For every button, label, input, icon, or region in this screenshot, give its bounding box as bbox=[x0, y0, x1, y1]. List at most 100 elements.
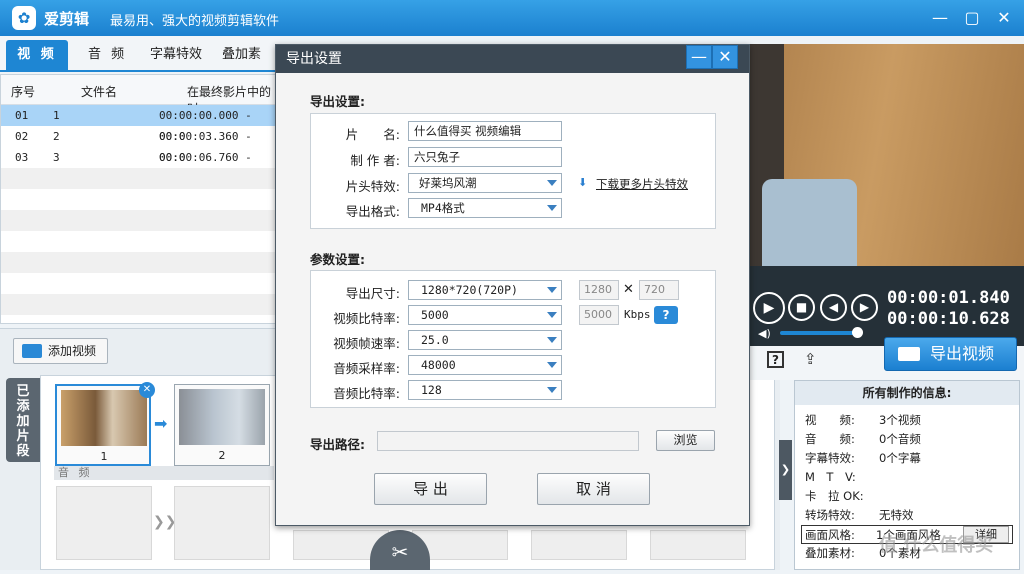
title-bar: ✿ 爱剪辑 最易用、强大的视频剪辑软件 — ▢ ✕ bbox=[0, 0, 1024, 36]
row-filename: 3 bbox=[53, 151, 60, 164]
help-icon[interactable]: ? bbox=[767, 351, 784, 368]
param-label: 音频采样率: bbox=[333, 361, 400, 376]
table-row[interactable]: 01 1 00:00:00.000 - 00:0 bbox=[1, 105, 275, 143]
maximize-window-button[interactable]: ▢ bbox=[960, 6, 984, 30]
remove-clip-icon[interactable]: ✕ bbox=[139, 382, 155, 398]
added-clips-side-tab[interactable]: 已添加片段 bbox=[6, 378, 40, 462]
info-value: 0个字幕 bbox=[879, 451, 921, 465]
film-name-field[interactable]: 什么值得买 视频编辑 bbox=[408, 121, 562, 141]
dropdown-arrow-icon bbox=[547, 387, 557, 393]
volume-knob[interactable] bbox=[852, 327, 863, 338]
audio-sample-rate-select[interactable]: 48000 bbox=[408, 355, 562, 375]
kbps-unit: Kbps bbox=[624, 308, 651, 321]
play-button[interactable]: ▶ bbox=[753, 292, 785, 324]
empty-row bbox=[1, 210, 275, 231]
param-label: 视频比特率: bbox=[333, 311, 400, 326]
info-value: 3个视频 bbox=[879, 413, 921, 427]
parameter-settings-section-label: 参数设置: bbox=[310, 252, 365, 267]
info-panel-title: 所有制作的信息: bbox=[795, 381, 1019, 405]
export-format-value: MP4格式 bbox=[421, 201, 465, 215]
tab-overlay-material[interactable]: 叠加素材 bbox=[212, 40, 280, 92]
dialog-minimize-button[interactable]: — bbox=[686, 45, 712, 69]
export-icon bbox=[898, 347, 920, 361]
tab-video[interactable]: 视 频 bbox=[6, 40, 68, 70]
empty-row bbox=[1, 294, 275, 315]
author-label: 制 作 者: bbox=[350, 153, 400, 168]
table-row[interactable]: 03300:00:06.760 - 00:0 bbox=[1, 147, 275, 185]
download-more-intro-link[interactable]: 下载更多片头特效 bbox=[596, 176, 688, 192]
cancel-button[interactable]: 取 消 bbox=[537, 473, 650, 505]
empty-row bbox=[1, 273, 275, 294]
bitrate-help-icon[interactable]: ? bbox=[654, 306, 678, 324]
export-settings-dialog: 导出设置 — ✕ 导出设置: 片 名: 什么值得买 视频编辑 制 作 者: 六只… bbox=[275, 44, 750, 526]
empty-row bbox=[1, 252, 275, 273]
clip-number: 1 bbox=[100, 450, 108, 463]
column-header-filename[interactable]: 文件名 bbox=[81, 83, 117, 100]
video-bitrate-select[interactable]: 5000 bbox=[408, 305, 562, 325]
clip-thumbnail[interactable]: 2 bbox=[174, 384, 270, 466]
stop-button[interactable]: ■ bbox=[788, 294, 815, 321]
dialog-title: 导出设置 bbox=[276, 45, 749, 73]
width-field: 1280 bbox=[579, 280, 619, 300]
tab-audio[interactable]: 音 频 bbox=[78, 40, 137, 70]
close-window-button[interactable]: ✕ bbox=[992, 6, 1016, 30]
next-frame-button[interactable]: ▶ bbox=[851, 294, 878, 321]
export-button[interactable]: 导 出 bbox=[374, 473, 487, 505]
info-row-karaoke: 卡 拉 OK: bbox=[805, 487, 879, 506]
volume-icon: ◀) bbox=[758, 327, 771, 340]
arrow-right-icon: ➡ bbox=[154, 414, 168, 433]
share-icon[interactable]: ⇪ bbox=[804, 350, 817, 368]
info-key: 转场特效: bbox=[805, 508, 855, 522]
info-key: 音 频: bbox=[805, 432, 855, 446]
panel-collapse-button[interactable]: ❯ bbox=[779, 440, 792, 500]
info-key: 卡 拉 OK: bbox=[805, 489, 864, 503]
clip-image bbox=[179, 389, 265, 445]
table-row[interactable]: 02 2 00:00:03.360 - 00:0 bbox=[1, 126, 275, 164]
current-time: 00:00:01.840 bbox=[887, 288, 1010, 308]
audio-slot[interactable] bbox=[531, 530, 627, 560]
audio-sample-rate-value: 48000 bbox=[421, 358, 456, 372]
export-format-select[interactable]: MP4格式 bbox=[408, 198, 562, 218]
minimize-window-button[interactable]: — bbox=[928, 6, 952, 30]
clip-number: 2 bbox=[218, 449, 226, 462]
export-size-select[interactable]: 1280*720(720P) bbox=[408, 280, 562, 300]
row-index: 03 bbox=[15, 151, 29, 164]
app-logo-icon: ✿ bbox=[12, 6, 36, 30]
production-info-panel: 所有制作的信息: 视 频: 3个视频 音 频: 0个音频 字幕特效: 0个字幕 M T… bbox=[794, 380, 1020, 570]
info-row-mtv: M T V: bbox=[805, 468, 879, 487]
frame-rate-value: 25.0 bbox=[421, 333, 449, 347]
param-label: 导出尺寸: bbox=[345, 286, 400, 301]
side-tab-label: 已添加片段 bbox=[16, 384, 30, 459]
audio-bitrate-select[interactable]: 128 bbox=[408, 380, 562, 400]
dropdown-arrow-icon bbox=[547, 312, 557, 318]
clip-thumbnail[interactable]: 1 ✕ bbox=[55, 382, 155, 466]
info-row-transition: 转场特效: 无特效 bbox=[805, 506, 914, 525]
clip-table: 序号 文件名 在最终影片中的时 01100:00:00.000 - 00:0 0… bbox=[0, 74, 276, 324]
bitrate-field: 5000 bbox=[579, 305, 619, 325]
preview-object bbox=[762, 179, 857, 266]
intro-effect-select[interactable]: 好莱坞风潮 bbox=[408, 173, 562, 193]
intro-effect-label: 片头特效: bbox=[345, 179, 400, 194]
dialog-close-button[interactable]: ✕ bbox=[712, 45, 738, 69]
chevron-right-icon: ❯❯ bbox=[153, 514, 177, 530]
row-filename: 2 bbox=[53, 130, 60, 143]
watermark: 值 什么值得买 bbox=[879, 535, 994, 556]
param-label: 视频帧速率: bbox=[333, 336, 400, 351]
audio-slot[interactable] bbox=[174, 486, 270, 560]
audio-slot[interactable] bbox=[56, 486, 152, 560]
video-bitrate-value: 5000 bbox=[421, 308, 449, 322]
dropdown-arrow-icon bbox=[547, 287, 557, 293]
tab-subtitle-effects[interactable]: 字幕特效 bbox=[140, 40, 212, 70]
export-path-field[interactable] bbox=[377, 431, 639, 451]
clip-image bbox=[61, 390, 147, 446]
volume-slider[interactable] bbox=[780, 331, 860, 335]
download-icon: ⬇ bbox=[578, 176, 588, 189]
frame-rate-select[interactable]: 25.0 bbox=[408, 330, 562, 350]
author-field[interactable]: 六只兔子 bbox=[408, 147, 562, 167]
audio-slot[interactable] bbox=[650, 530, 746, 560]
audio-bitrate-value: 128 bbox=[421, 383, 442, 397]
previous-frame-button[interactable]: ◀ bbox=[820, 294, 847, 321]
column-header-index[interactable]: 序号 bbox=[11, 83, 35, 100]
browse-button[interactable]: 浏览 bbox=[656, 430, 715, 451]
info-key: 画面风格: bbox=[805, 528, 855, 542]
